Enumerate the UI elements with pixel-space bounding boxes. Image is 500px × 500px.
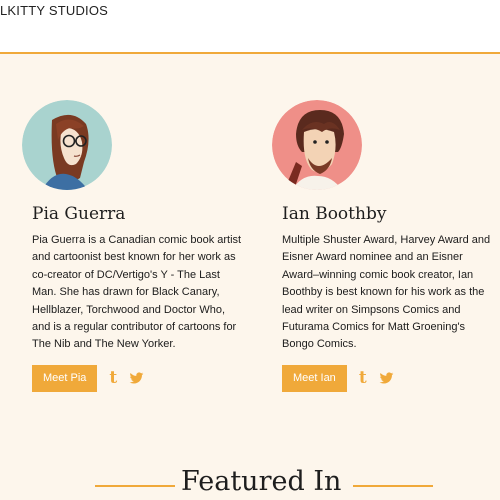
card-actions: Meet Pia t [32,364,242,392]
featured-in-section: Featured In [0,465,500,500]
avatar-ian [272,100,362,190]
tumblr-icon[interactable]: t [359,369,367,387]
card-actions: Meet Ian t [282,364,492,392]
meet-ian-button[interactable]: Meet Ian [282,364,347,392]
tumblr-icon[interactable]: t [109,369,117,387]
divider-right [353,485,433,487]
person-bio: Pia Guerra is a Canadian comic book arti… [32,234,242,351]
avatar-pia [22,100,112,190]
featured-in-heading: Featured In [181,466,342,497]
site-logo-text[interactable]: LKITTY STUDIOS [0,3,108,18]
profile-card-ian: Ian Boothby Multiple Shuster Award, Harv… [272,100,492,392]
profile-card-pia: Pia Guerra Pia Guerra is a Canadian comi… [22,100,242,392]
person-bio: Multiple Shuster Award, Harvey Award and… [282,234,491,351]
person-name: Pia Guerra [32,204,126,224]
twitter-icon[interactable] [129,372,144,385]
site-header: LKITTY STUDIOS [0,0,500,54]
meet-pia-button[interactable]: Meet Pia [32,364,98,392]
person-name: Ian Boothby [282,204,387,224]
twitter-icon[interactable] [379,372,394,385]
divider-left [95,485,175,487]
